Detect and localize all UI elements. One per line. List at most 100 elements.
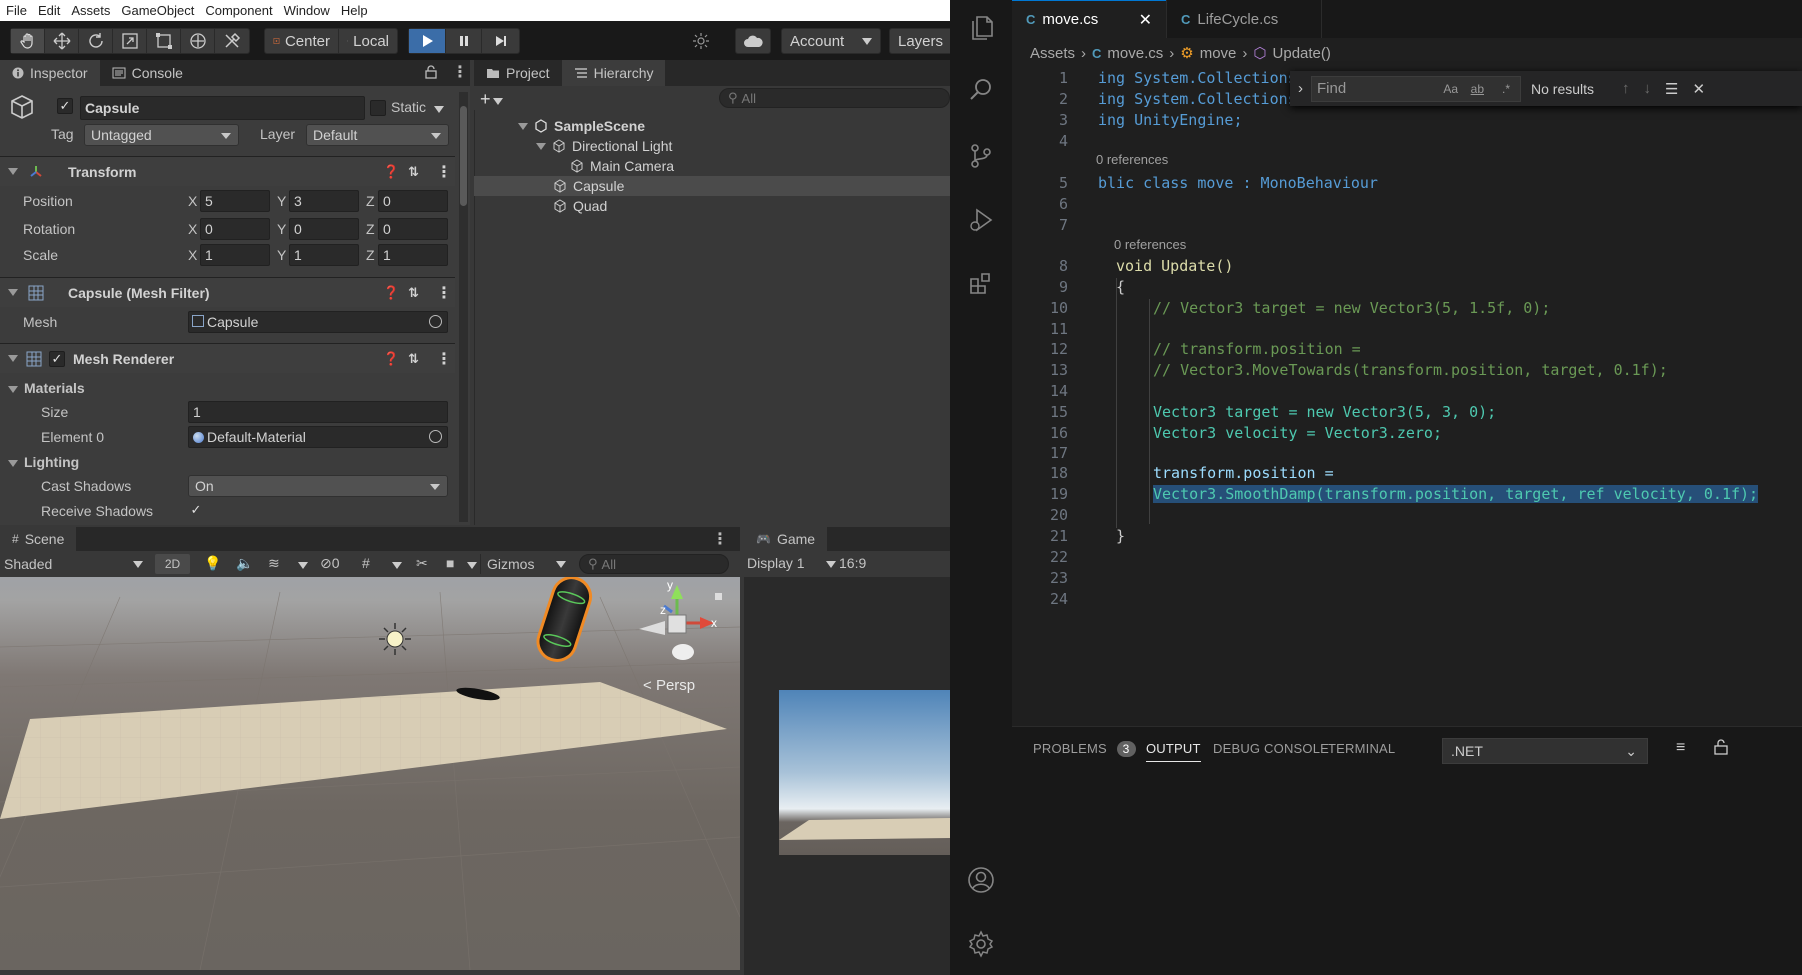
audio-toggle-icon[interactable]: 🔈 (236, 555, 253, 572)
inspector-scrollbar[interactable] (459, 92, 468, 522)
output-channel-select[interactable]: .NET ⌄ (1442, 738, 1648, 764)
chevron-down-icon[interactable] (392, 562, 402, 569)
accounts-button[interactable] (950, 852, 1012, 908)
mesh-renderer-header[interactable]: ✓ Mesh Renderer ❓ ⇅ ⋮ (0, 343, 455, 373)
effects-toggle-icon[interactable]: ≋ (268, 555, 280, 572)
tab-inspector[interactable]: Inspector (0, 60, 100, 86)
help-icon[interactable]: ❓ (383, 351, 399, 367)
manage-button[interactable] (950, 916, 1012, 972)
camera-icon[interactable]: ■ (446, 555, 454, 571)
previous-match-icon[interactable]: ↑ (1622, 80, 1630, 97)
match-case-icon[interactable]: Aa (1443, 82, 1458, 96)
mesh-filter-header[interactable]: Capsule (Mesh Filter) ❓ ⇅ ⋮ (0, 277, 455, 307)
component-menu-icon[interactable]: ⋮ (436, 349, 452, 369)
lighting-toggle-icon[interactable]: 💡 (204, 555, 221, 572)
chevron-down-icon[interactable] (826, 561, 836, 568)
grid-toggle-icon[interactable]: # (362, 555, 370, 571)
tab-console[interactable]: Console (100, 60, 195, 86)
hierarchy-search-input[interactable]: ⚲ All (719, 88, 950, 108)
panel-tab-debug-console[interactable]: DEBUG CONSOLE (1213, 741, 1329, 756)
layers-dropdown[interactable]: Layers (889, 28, 957, 54)
inspector-menu-icon[interactable]: ⋮ (452, 62, 468, 82)
close-icon[interactable]: ✕ (1139, 10, 1152, 30)
chevron-down-icon[interactable] (298, 562, 308, 569)
match-word-icon[interactable]: ab (1471, 82, 1484, 96)
cloud-button[interactable] (735, 28, 771, 54)
space-local-toggle[interactable]: Local (338, 28, 398, 54)
regex-icon[interactable]: .* (1502, 82, 1510, 96)
preset-icon[interactable]: ⇅ (408, 351, 419, 367)
find-input[interactable]: Find Aa ab .* (1311, 75, 1521, 102)
code-editor[interactable]: 1 2 3 4 5 6 7 8 9 10 11 12 13 14 15 16 1… (1012, 68, 1802, 726)
services-button[interactable] (690, 30, 712, 52)
material-object-field[interactable]: Default-Material (188, 426, 448, 448)
panel-tab-problems[interactable]: PROBLEMS 3 (1033, 741, 1136, 757)
aspect-dropdown[interactable]: 16:9 (839, 555, 866, 571)
hierarchy-item-quad[interactable]: Quad (474, 196, 950, 216)
component-menu-icon[interactable]: ⋮ (436, 162, 452, 182)
find-in-selection-icon[interactable]: ☰ (1665, 80, 1678, 98)
renderer-enabled-checkbox[interactable]: ✓ (49, 350, 65, 367)
rotation-z-field[interactable]: 0 (378, 218, 448, 240)
static-label[interactable]: Static (391, 99, 426, 115)
tab-move-cs[interactable]: C move.cs ✕ (1012, 0, 1166, 38)
tab-project[interactable]: Project (474, 60, 562, 86)
static-checkbox[interactable] (370, 100, 386, 116)
receive-shadows-checkbox[interactable]: ✓ (188, 503, 204, 519)
tab-game[interactable]: 🎮 Game (744, 527, 828, 551)
game-viewport[interactable] (779, 690, 950, 855)
display-dropdown[interactable]: Display 1 (747, 555, 805, 571)
source-control-button[interactable] (950, 128, 1012, 184)
hierarchy-item-capsule[interactable]: Capsule (474, 176, 950, 196)
close-icon[interactable]: ✕ (1692, 80, 1705, 98)
menu-file[interactable]: File (6, 3, 27, 18)
chevron-down-icon[interactable] (467, 562, 477, 569)
object-name-field[interactable]: Capsule (80, 96, 365, 120)
explorer-button[interactable] (950, 0, 1012, 56)
add-object-button[interactable]: + (480, 89, 503, 110)
materials-size-field[interactable]: 1 (188, 401, 448, 423)
account-dropdown[interactable]: Account (781, 28, 881, 54)
rotation-y-field[interactable]: 0 (289, 218, 359, 240)
preset-icon[interactable]: ⇅ (408, 285, 419, 301)
lighting-foldout[interactable]: Lighting (8, 454, 79, 470)
breadcrumb-file[interactable]: move.cs (1107, 45, 1163, 62)
scale-x-field[interactable]: 1 (200, 244, 270, 266)
pause-button[interactable] (446, 29, 483, 53)
codelens-references[interactable]: 0 references (1096, 152, 1168, 167)
scale-tool-button[interactable] (113, 29, 148, 53)
menu-help[interactable]: Help (341, 3, 368, 18)
tab-scene[interactable]: # Scene (0, 527, 77, 551)
breadcrumb-method[interactable]: Update() (1273, 45, 1331, 62)
tab-hierarchy[interactable]: Hierarchy (561, 60, 666, 86)
materials-foldout[interactable]: Materials (8, 380, 85, 396)
cast-shadows-dropdown[interactable]: On (188, 475, 448, 497)
breadcrumb-assets[interactable]: Assets (1030, 45, 1075, 62)
shading-mode-dropdown[interactable]: Shaded (4, 554, 149, 574)
step-button[interactable] (482, 29, 519, 53)
menu-component[interactable]: Component (205, 3, 272, 18)
breadcrumb-class[interactable]: move (1200, 45, 1237, 62)
mesh-object-field[interactable]: Capsule (188, 311, 448, 333)
layer-dropdown[interactable]: Default (306, 124, 449, 146)
menu-assets[interactable]: Assets (71, 3, 110, 18)
rotation-x-field[interactable]: 0 (200, 218, 270, 240)
pivot-center-toggle[interactable]: Center (264, 28, 339, 54)
codelens-references[interactable]: 0 references (1114, 237, 1186, 252)
tag-dropdown[interactable]: Untagged (84, 124, 239, 146)
gizmos-dropdown[interactable]: Gizmos (480, 554, 572, 574)
object-picker-icon[interactable] (429, 315, 442, 328)
play-button[interactable] (409, 29, 446, 53)
scale-y-field[interactable]: 1 (289, 244, 359, 266)
hidden-objects-toggle[interactable]: ⊘ 0 (320, 555, 340, 572)
transform-tool-button[interactable] (181, 29, 216, 53)
component-menu-icon[interactable]: ⋮ (436, 283, 452, 303)
menu-window[interactable]: Window (284, 3, 330, 18)
menu-gameobject[interactable]: GameObject (121, 3, 194, 18)
scene-search-input[interactable]: ⚲ All (579, 554, 729, 574)
lock-icon[interactable] (425, 65, 437, 79)
hand-tool-button[interactable] (11, 29, 46, 53)
chevron-right-icon[interactable]: › (1298, 80, 1303, 97)
scene-menu-icon[interactable]: ⋮ (712, 529, 728, 549)
panel-tab-output[interactable]: OUTPUT (1146, 741, 1201, 762)
